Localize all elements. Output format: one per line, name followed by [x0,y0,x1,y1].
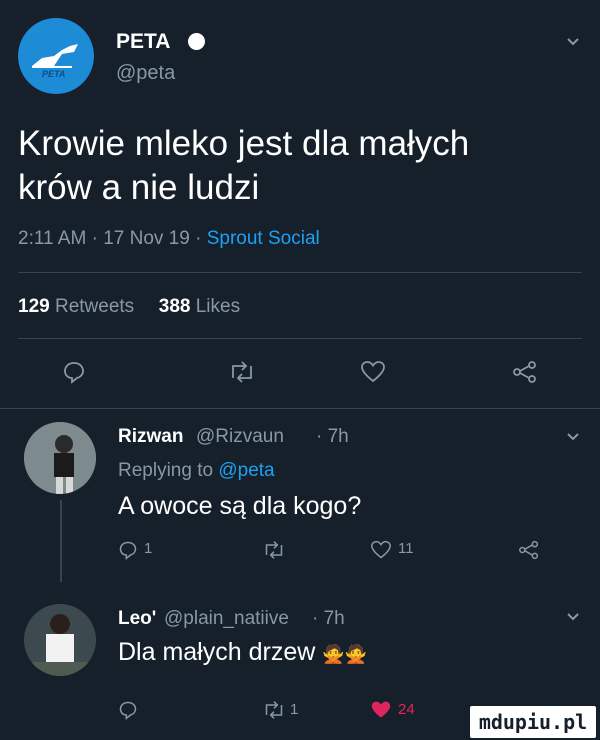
like-icon[interactable] [360,360,386,384]
tweet-text-line: Krowie mleko jest dla małych [18,124,470,163]
likes-label[interactable]: Likes [196,296,240,317]
reply-icon[interactable] [118,700,138,720]
watermark: mdupiu.pl [470,706,596,738]
tweet-time: 2:11 AM [18,228,87,249]
like-icon[interactable] [370,540,392,560]
author-handle[interactable]: @peta [116,62,175,85]
retweet-icon[interactable] [262,540,286,560]
reply-author-avatar[interactable] [24,604,96,676]
liked-heart-icon[interactable] [370,700,392,720]
divider [0,408,600,409]
replying-to-label: Replying to [118,460,214,481]
tweet-meta: 2:11 AM · 17 Nov 19 · Sprout Social [18,228,320,250]
share-icon[interactable] [512,360,538,384]
likes-count[interactable]: 388 [159,296,191,317]
reply-text: A owoce są dla kogo? [118,492,362,520]
retweet-count: 1 [290,701,299,718]
watermark-text: mdupiu.pl [478,710,588,734]
chevron-down-icon[interactable] [566,612,580,622]
divider [18,338,582,339]
divider [18,272,582,273]
reply-text-content: Dla małych drzew [118,638,316,666]
retweet-icon[interactable] [228,360,256,384]
peta-logo-icon [32,44,78,68]
like-count: 24 [398,701,415,718]
chevron-down-icon[interactable] [566,432,580,442]
reply-author-handle[interactable]: @Rizvaun [196,426,284,448]
reply-text: Dla małych drzew 🙅🙅 [118,638,367,667]
author-avatar[interactable]: PETA [18,18,94,94]
tweet-source-link[interactable]: Sprout Social [207,228,320,249]
reply-time: · 7h [316,426,349,447]
verified-badge-icon [188,33,205,50]
reply-author-name[interactable]: Leo' [118,608,156,630]
author-name[interactable]: PETA [116,30,170,54]
tweet-text: Krowie mleko jest dla małych krów a nie … [18,122,469,210]
retweets-count[interactable]: 129 [18,296,50,317]
retweets-label[interactable]: Retweets [55,296,134,317]
reply-time: · 7h [312,608,345,629]
replying-to-handle[interactable]: @peta [218,460,274,481]
share-icon[interactable] [518,540,540,560]
tweet-date: 17 Nov 19 [103,228,190,249]
meta-separator: · [91,228,98,249]
meta-separator: · [195,228,202,249]
person-photo-icon [24,604,96,676]
reply-author-name[interactable]: Rizwan [118,426,183,448]
chevron-down-icon[interactable] [566,37,580,47]
reply-author-avatar[interactable] [24,422,96,494]
person-photo-icon [24,422,96,494]
tweet-text-line: krów a nie ludzi [18,168,260,207]
reply-count: 1 [144,540,153,557]
tweet-stats: 129 Retweets 388 Likes [18,296,240,318]
replying-to: Replying to @peta [118,460,275,482]
reply-icon[interactable] [118,540,138,560]
reply-author-handle[interactable]: @plain_natiive [164,608,289,630]
retweet-icon[interactable] [262,700,286,720]
emoji-gesture-icon: 🙅🙅 [322,644,368,664]
thread-line [60,500,62,582]
reply-icon[interactable] [62,360,86,384]
like-count: 11 [398,540,414,557]
avatar-logo-text: PETA [42,69,66,79]
